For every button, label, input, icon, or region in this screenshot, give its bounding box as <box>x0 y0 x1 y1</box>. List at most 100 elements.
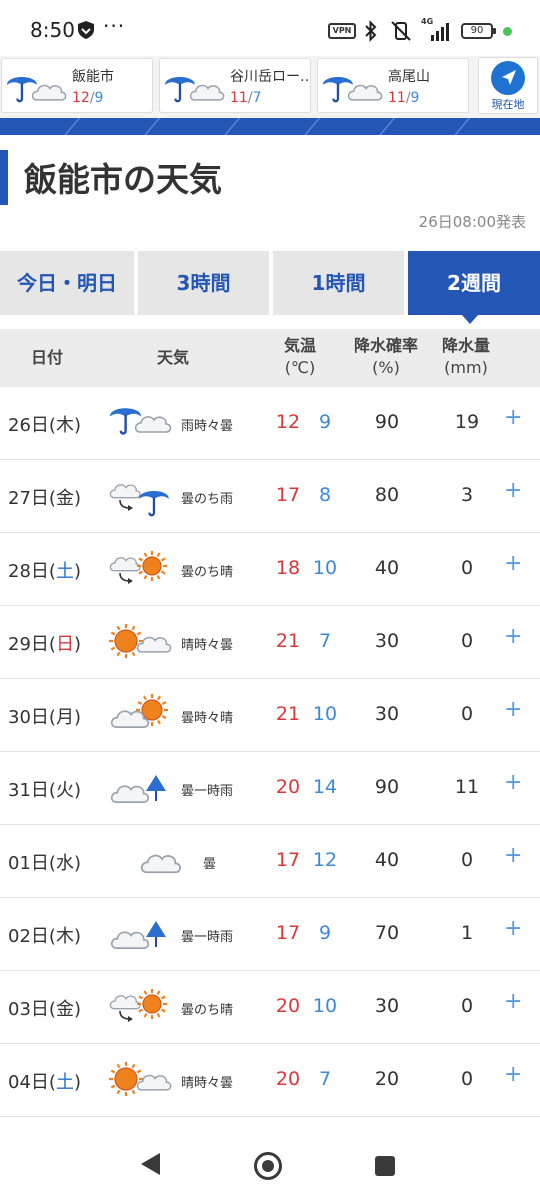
high-temp: 18 <box>275 557 301 579</box>
cloudy-then-sunny-icon <box>109 551 167 584</box>
expand-icon[interactable]: + <box>504 405 522 430</box>
precip-amount: 11 <box>454 776 480 798</box>
high-temp: 21 <box>275 703 301 725</box>
header-temp-unit: (℃) <box>284 358 316 377</box>
table-row[interactable]: 26日(木) 雨時々曇 12 9 90 19 + <box>0 387 540 460</box>
table-header: 日付 天気 気温 (℃) 降水確率 (%) 降水量 (mm) <box>0 329 540 387</box>
precip-probability: 90 <box>374 776 400 798</box>
table-row[interactable]: 03日(金) 曇のち晴 20 10 30 0 + <box>0 971 540 1044</box>
table-row[interactable]: 04日(土) 晴時々曇 20 7 20 0 + <box>0 1044 540 1117</box>
location-card[interactable]: 谷川岳ロー… 11/7 <box>159 58 311 113</box>
cloudy-icon <box>140 854 182 874</box>
header-amount-unit: (mm) <box>444 358 488 377</box>
table-row[interactable]: 28日(土) 曇のち晴 18 10 40 0 + <box>0 533 540 606</box>
header-amount-label: 降水量 <box>441 336 490 355</box>
high-temp: 20 <box>275 1068 301 1090</box>
precip-probability: 20 <box>374 1068 400 1090</box>
row-date: 26日(木) <box>8 415 81 436</box>
header-pop-label: 降水確率 <box>353 336 418 355</box>
favorite-locations-bar: 飯能市 12/9 谷川岳ロー… 11/7 高尾山 11/9 現在地 <box>0 56 540 118</box>
row-date: 04日(土) <box>8 1072 81 1093</box>
tab-1-hour[interactable]: 1時間 <box>273 251 404 315</box>
row-date: 01日(水) <box>8 853 81 874</box>
table-row[interactable]: 27日(金) 曇のち雨 17 8 80 3 + <box>0 460 540 533</box>
location-temps: 11/7 <box>230 90 262 106</box>
row-date: 27日(金) <box>8 488 81 509</box>
system-nav-bar <box>0 1130 540 1200</box>
table-row[interactable]: 30日(月) 曇時々晴 21 10 30 0 + <box>0 679 540 752</box>
weather-description: 雨時々曇 <box>181 419 234 434</box>
rain-then-cloudy-icon <box>7 77 67 103</box>
weather-description: 曇のち晴 <box>181 565 234 580</box>
high-temp: 12 <box>275 411 301 433</box>
home-icon[interactable] <box>254 1152 282 1180</box>
location-card[interactable]: 飯能市 12/9 <box>1 58 153 113</box>
precip-probability: 40 <box>374 849 400 871</box>
day-of-week: 金 <box>55 488 74 509</box>
location-name: 高尾山 <box>388 69 430 85</box>
page-title: 飯能市の天気 <box>24 160 222 199</box>
day-of-week: 木 <box>55 415 74 436</box>
table-row[interactable]: 02日(木) 曇一時雨 17 9 70 1 + <box>0 898 540 971</box>
header-date: 日付 <box>30 348 63 367</box>
cloudy-sometimes-sunny-icon <box>110 694 168 728</box>
day-of-week: 水 <box>55 853 74 874</box>
low-temp: 7 <box>318 1068 332 1090</box>
precip-probability: 40 <box>374 557 400 579</box>
high-temp: 21 <box>275 630 301 652</box>
expand-icon[interactable]: + <box>504 770 522 795</box>
expand-icon[interactable]: + <box>504 843 522 868</box>
day-of-week: 土 <box>55 1072 74 1093</box>
row-date: 31日(火) <box>8 780 81 801</box>
header-weather: 天気 <box>156 348 189 367</box>
expand-icon[interactable]: + <box>504 1062 522 1087</box>
tab-3-hour[interactable]: 3時間 <box>138 251 269 315</box>
recent-apps-icon[interactable] <box>375 1156 395 1176</box>
expand-icon[interactable]: + <box>504 916 522 941</box>
day-of-week: 日 <box>55 634 74 655</box>
low-temp: 9 <box>318 922 332 944</box>
location-temps: 12/9 <box>72 90 104 106</box>
location-card[interactable]: 高尾山 11/9 <box>317 58 469 113</box>
low-temp: 10 <box>312 995 338 1017</box>
battery-icon: 90 <box>461 23 496 39</box>
expand-icon[interactable]: + <box>504 551 522 576</box>
back-icon[interactable] <box>141 1153 160 1175</box>
expand-icon[interactable]: + <box>504 697 522 722</box>
status-dot <box>503 27 512 36</box>
tab-today-tomorrow[interactable]: 今日・明日 <box>0 251 134 315</box>
high-temp: 17 <box>275 922 301 944</box>
precip-amount: 19 <box>454 411 480 433</box>
day-of-week: 月 <box>55 707 74 728</box>
precip-probability: 30 <box>374 630 400 652</box>
rain-sometimes-cloudy-icon <box>110 408 172 435</box>
rain-then-cloudy-icon <box>323 77 383 103</box>
cloudy-then-sunny-icon <box>109 989 167 1022</box>
high-temp: 17 <box>275 849 301 871</box>
expand-icon[interactable]: + <box>504 624 522 649</box>
current-location-button[interactable]: 現在地 <box>478 57 538 114</box>
location-low: 7 <box>252 90 262 106</box>
location-low: 9 <box>410 90 420 106</box>
shield-icon <box>78 21 94 39</box>
precip-amount: 3 <box>460 484 474 506</box>
location-low: 9 <box>94 90 104 106</box>
tab-2-week[interactable]: 2週間 <box>408 251 540 315</box>
title-accent <box>0 150 8 205</box>
table-row[interactable]: 01日(水) 曇 17 12 40 0 + <box>0 825 540 898</box>
weather-description: 曇 <box>203 857 217 872</box>
rain-then-cloudy-icon <box>165 77 225 103</box>
table-row[interactable]: 31日(火) 曇一時雨 20 14 90 11 + <box>0 752 540 825</box>
table-row[interactable]: 29日(日) 晴時々曇 21 7 30 0 + <box>0 606 540 679</box>
header-pop: 降水確率 (%) <box>348 335 424 379</box>
expand-icon[interactable]: + <box>504 478 522 503</box>
day-of-week: 木 <box>55 926 74 947</box>
forecast-tabs: 今日・明日 3時間 1時間 2週間 <box>0 251 540 315</box>
high-temp: 20 <box>275 995 301 1017</box>
row-date: 30日(月) <box>8 707 81 728</box>
precip-probability: 30 <box>374 995 400 1017</box>
published-time: 26日08:00発表 <box>418 213 526 231</box>
cloudy-temporary-rain-icon <box>110 921 166 949</box>
cloudy-then-rain-icon <box>109 484 169 517</box>
expand-icon[interactable]: + <box>504 989 522 1014</box>
